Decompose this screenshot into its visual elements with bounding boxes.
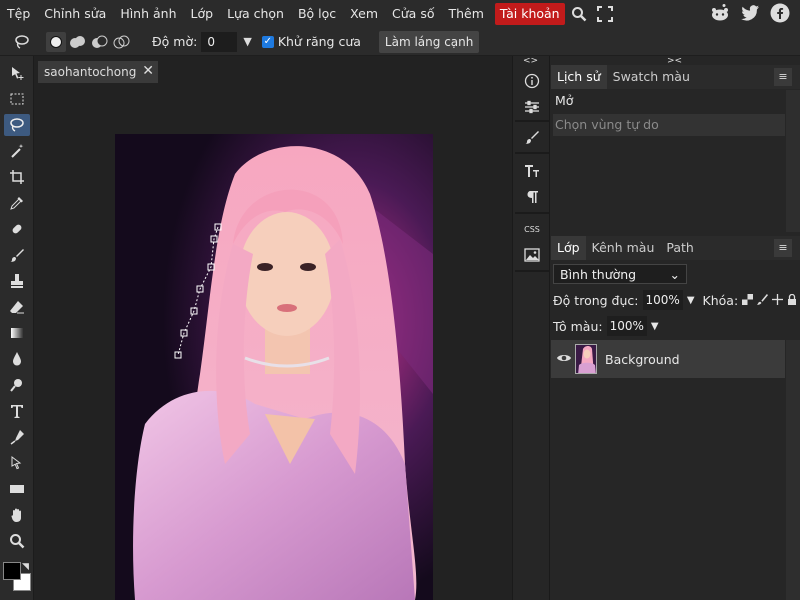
tab-history[interactable]: Lịch sử [551, 65, 607, 89]
menu-filter[interactable]: Bộ lọc [291, 0, 343, 28]
facebook-icon[interactable] [770, 3, 790, 23]
history-item[interactable]: Chọn vùng tự do [553, 114, 785, 136]
lock-transparency-icon[interactable] [742, 293, 754, 308]
opacity-input[interactable]: 100% [642, 290, 683, 310]
eyedropper-icon[interactable] [4, 192, 30, 214]
blend-mode-value: Bình thường [560, 267, 637, 282]
path-select-icon[interactable] [4, 452, 30, 474]
selection-new-icon[interactable] [46, 31, 66, 52]
tab-channels[interactable]: Kênh màu [586, 236, 661, 260]
tool-bar [0, 56, 34, 600]
lasso-tool-icon[interactable] [4, 114, 30, 136]
menu-view[interactable]: Xem [343, 0, 385, 28]
history-panel-menu-icon[interactable]: ≡ [774, 68, 792, 86]
menu-layer[interactable]: Lớp [184, 0, 221, 28]
lock-paint-icon[interactable] [757, 293, 769, 308]
lock-position-icon[interactable] [772, 293, 784, 308]
feather-label: Độ mờ: [152, 34, 198, 49]
menu-more[interactable]: Thêm [441, 0, 490, 28]
layers-panel-tabs: Lớp Kênh màu Path ≡ [551, 236, 800, 260]
document-area: saohantochong ✕ [34, 56, 512, 600]
opacity-label: Độ trong đục: [553, 292, 639, 308]
marquee-tool-icon[interactable] [4, 88, 30, 110]
history-item[interactable]: Mở [553, 90, 785, 112]
close-tab-icon[interactable]: ✕ [142, 63, 154, 79]
chevron-down-icon: ⌄ [669, 267, 680, 282]
image-icon[interactable] [519, 244, 545, 266]
layers-scrollbar[interactable] [786, 340, 800, 600]
move-tool-icon[interactable] [4, 62, 30, 84]
search-icon[interactable] [569, 4, 589, 24]
reddit-icon[interactable] [710, 3, 730, 23]
tab-layers[interactable]: Lớp [551, 236, 586, 260]
lasso-tool-icon [12, 32, 32, 52]
side-mini-panel: <> CSS [512, 56, 550, 600]
menu-image[interactable]: Hình ảnh [113, 0, 183, 28]
character-icon[interactable] [519, 160, 545, 182]
account-button[interactable]: Tài khoản [494, 3, 565, 25]
fill-label: Tô màu: [553, 318, 603, 334]
css-icon[interactable]: CSS [519, 218, 545, 240]
stamp-tool-icon[interactable] [4, 270, 30, 292]
antialias-checkbox[interactable]: ✓ [261, 35, 274, 48]
zoom-tool-icon[interactable] [4, 530, 30, 552]
adjustments-icon[interactable] [519, 96, 545, 118]
foreground-color-swatch[interactable] [3, 562, 21, 580]
swap-colors-icon[interactable]: ◥ [22, 562, 29, 572]
right-panel: >< Lịch sử Swatch màu ≡ Mở Chọn vùng tự … [551, 56, 800, 600]
twitter-icon[interactable] [740, 3, 760, 23]
pen-tool-icon[interactable] [4, 426, 30, 448]
tab-paths[interactable]: Path [660, 236, 699, 260]
eraser-tool-icon[interactable] [4, 296, 30, 318]
crop-tool-icon[interactable] [4, 166, 30, 188]
blend-mode-select[interactable]: Bình thường ⌄ [553, 264, 687, 284]
opacity-dropdown-icon[interactable]: ▼ [687, 295, 695, 306]
visibility-eye-icon[interactable] [557, 352, 571, 367]
document-tab[interactable]: saohantochong ✕ [38, 61, 158, 83]
feather-dropdown-icon[interactable]: ▼ [243, 35, 251, 48]
document-tab-title: saohantochong [44, 65, 137, 79]
menu-edit[interactable]: Chỉnh sửa [37, 0, 113, 28]
antialias-label: Khử răng cưa [277, 34, 361, 49]
lock-all-icon[interactable] [787, 293, 797, 308]
hand-tool-icon[interactable] [4, 504, 30, 526]
fullscreen-icon[interactable] [595, 4, 615, 24]
shape-tool-icon[interactable] [4, 478, 30, 500]
brush-tool-icon[interactable] [4, 244, 30, 266]
history-scrollbar[interactable] [786, 90, 800, 232]
gradient-tool-icon[interactable] [4, 322, 30, 344]
menu-select[interactable]: Lựa chọn [220, 0, 291, 28]
layer-name[interactable]: Background [605, 352, 680, 367]
options-bar: Độ mờ: 0 px ▼ ✓ Khử răng cưa Làm láng cạ… [0, 28, 800, 69]
layer-row[interactable]: Background [551, 340, 785, 378]
tab-swatches[interactable]: Swatch màu [607, 65, 696, 89]
dodge-tool-icon[interactable] [4, 374, 30, 396]
collapse-arrows-icon[interactable]: <> [523, 56, 538, 66]
layer-thumbnail [575, 344, 597, 374]
blur-tool-icon[interactable] [4, 348, 30, 370]
layers-panel-menu-icon[interactable]: ≡ [774, 239, 792, 257]
selection-add-icon[interactable] [68, 32, 88, 52]
selection-subtract-icon[interactable] [90, 32, 110, 52]
refine-edge-button[interactable]: Làm láng cạnh [378, 30, 480, 53]
fill-input[interactable]: 100% [606, 316, 647, 336]
magic-wand-icon[interactable] [4, 140, 30, 162]
history-panel-tabs: Lịch sử Swatch màu ≡ [551, 65, 800, 89]
lock-label: Khóa: [702, 292, 739, 308]
fill-dropdown-icon[interactable]: ▼ [651, 321, 659, 332]
healing-brush-icon[interactable] [4, 218, 30, 240]
selection-intersect-icon[interactable] [112, 32, 132, 52]
menu-bar: Tệp Chỉnh sửa Hình ảnh Lớp Lựa chọn Bộ l… [0, 0, 800, 28]
text-tool-icon[interactable] [4, 400, 30, 422]
image-canvas[interactable] [115, 134, 433, 600]
info-icon[interactable] [519, 70, 545, 92]
menu-file[interactable]: Tệp [0, 0, 37, 28]
paragraph-icon[interactable] [519, 186, 545, 208]
brush-settings-icon[interactable] [519, 126, 545, 148]
canvas-image [115, 134, 433, 600]
menu-window[interactable]: Cửa số [385, 0, 441, 28]
feather-input[interactable]: 0 px [201, 31, 238, 69]
